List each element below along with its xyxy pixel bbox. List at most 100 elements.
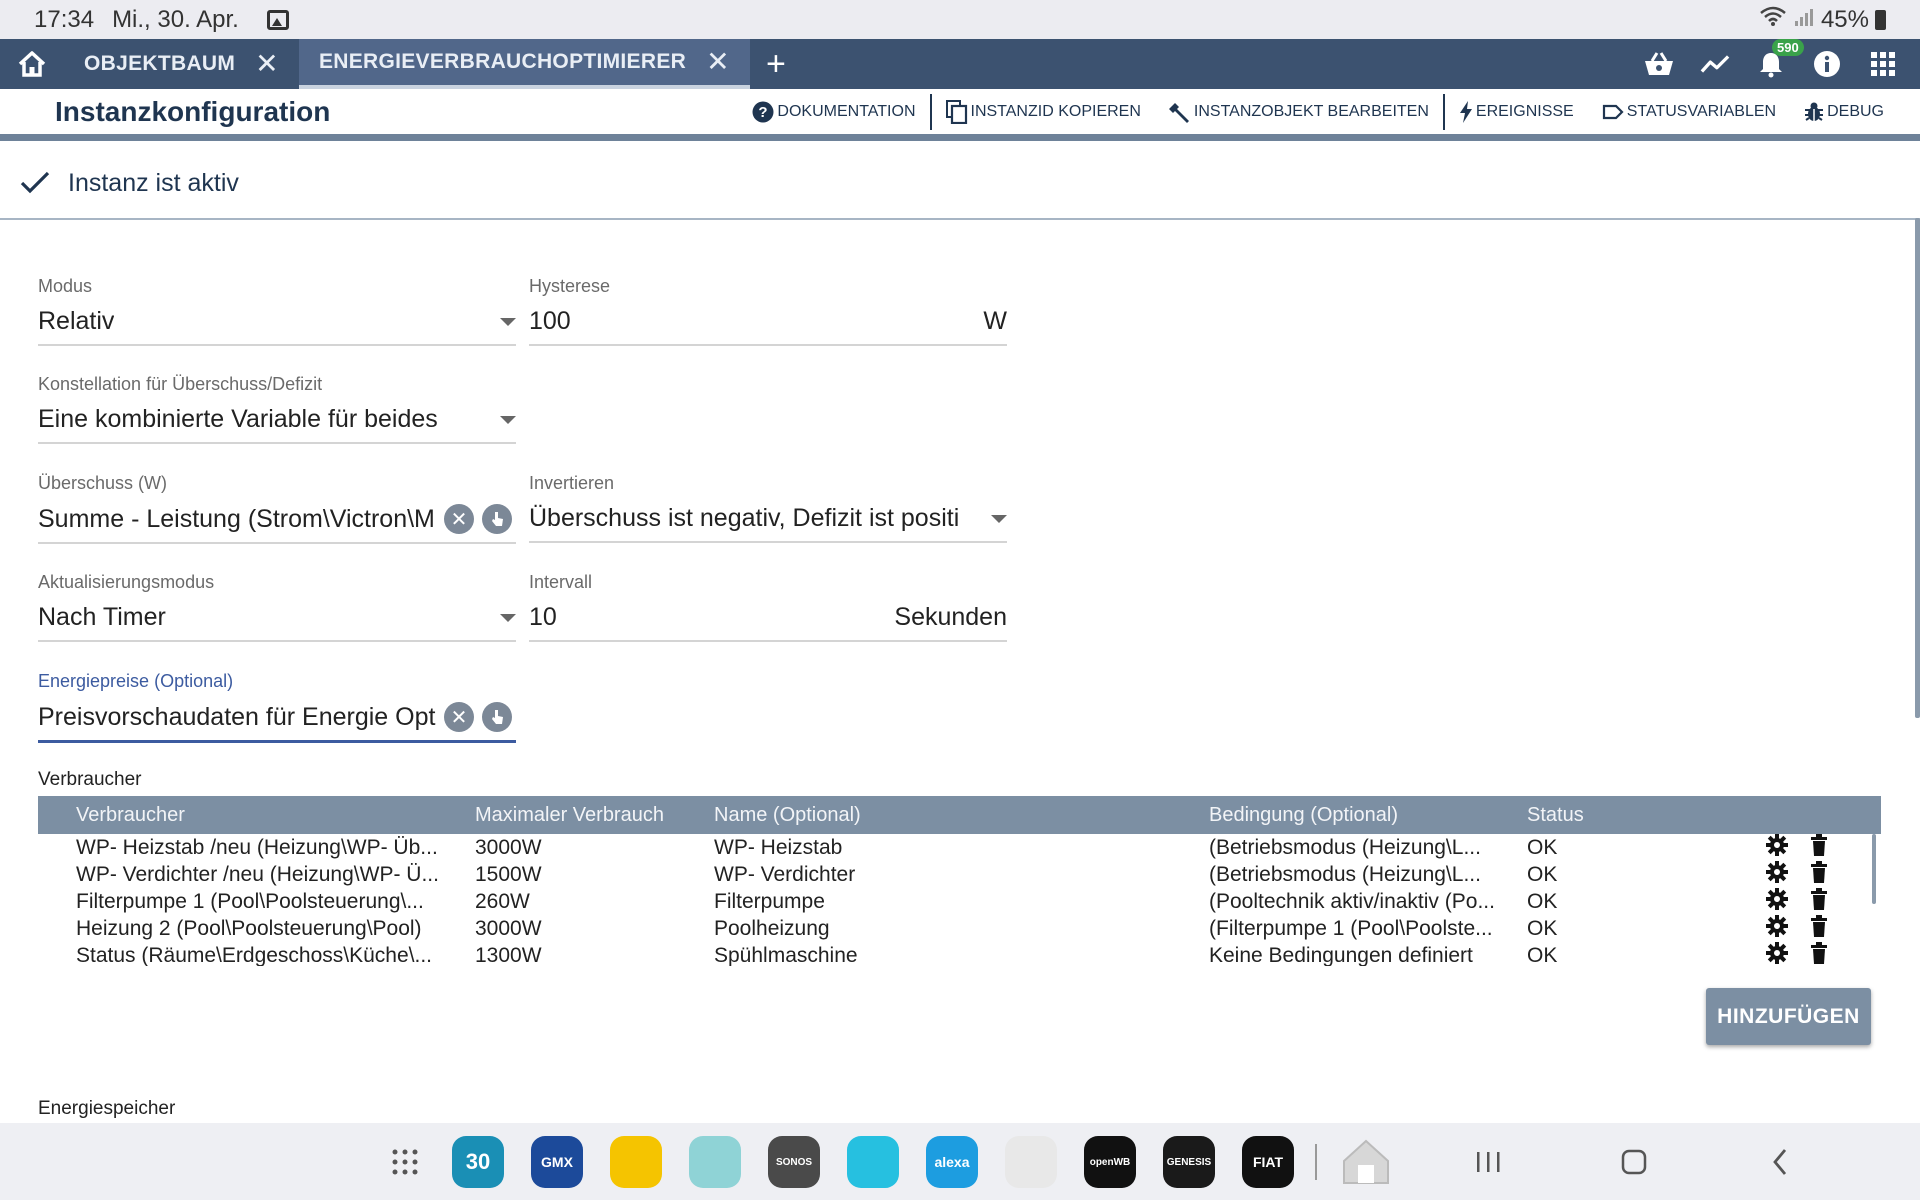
tab-objektbaum[interactable]: OBJEKTBAUM ✕ bbox=[64, 39, 299, 89]
recents-nav-icon[interactable] bbox=[1466, 1140, 1510, 1184]
alexa-app-icon[interactable]: alexa bbox=[926, 1136, 978, 1188]
trash-icon[interactable] bbox=[1810, 860, 1838, 889]
instance-header: Instanzkonfiguration ? DOKUMENTATION INS… bbox=[0, 89, 1920, 141]
page-scrollbar[interactable] bbox=[1915, 218, 1920, 718]
gear-icon[interactable] bbox=[1766, 941, 1794, 967]
edit-instance-object-button[interactable]: INSTANZOBJEKT BEARBEITEN bbox=[1155, 94, 1443, 130]
interval-unit: Sekunden bbox=[894, 603, 1007, 631]
trash-icon[interactable] bbox=[1810, 914, 1838, 943]
bubbles-app-icon[interactable] bbox=[689, 1136, 741, 1188]
column-header[interactable]: Maximaler Verbrauch bbox=[475, 804, 695, 827]
column-header[interactable]: Bedingung (Optional) bbox=[1209, 804, 1509, 827]
home-button[interactable] bbox=[0, 39, 64, 89]
app-drawer-icon[interactable] bbox=[383, 1140, 427, 1184]
column-header[interactable]: Name (Optional) bbox=[714, 804, 1194, 827]
mode-select[interactable]: Modus Relativ bbox=[38, 276, 516, 346]
app-label: alexa bbox=[934, 1154, 970, 1170]
condition-cell: Keine Bedingungen definiert bbox=[1209, 943, 1473, 967]
constellation-select[interactable]: Konstellation für Überschuss/Defizit Ein… bbox=[38, 374, 516, 444]
calendar-app-icon[interactable]: 30 bbox=[452, 1136, 504, 1188]
table-row[interactable]: Heizung 2 (Pool\Poolsteuerung\Pool) 3000W… bbox=[38, 914, 1881, 943]
home-nav-icon[interactable] bbox=[1612, 1140, 1656, 1184]
basket-icon[interactable] bbox=[1644, 49, 1674, 79]
bank-app-icon[interactable] bbox=[610, 1136, 662, 1188]
fiat-app-icon[interactable]: FIAT bbox=[1242, 1136, 1294, 1188]
trash-icon[interactable] bbox=[1810, 941, 1838, 967]
table-row[interactable]: WP- Heizstab /neu (Heizung\WP- Üb... 3000… bbox=[38, 833, 1881, 862]
interval-field[interactable]: Intervall 10 Sekunden bbox=[529, 572, 1007, 642]
sonos-app-icon[interactable]: SONOS bbox=[768, 1136, 820, 1188]
events-button[interactable]: EREIGNISSE bbox=[1445, 94, 1588, 130]
pointer-select-icon[interactable] bbox=[482, 504, 512, 534]
name-cell: Poolheizung bbox=[714, 916, 830, 940]
table-scrollbar[interactable] bbox=[1872, 834, 1876, 904]
debug-button[interactable]: DEBUG bbox=[1790, 94, 1898, 130]
wifi-icon bbox=[1759, 5, 1787, 34]
add-consumer-button[interactable]: HINZUFÜGEN bbox=[1706, 988, 1871, 1045]
back-nav-icon[interactable] bbox=[1758, 1140, 1802, 1184]
update-mode-value: Nach Timer bbox=[38, 603, 166, 631]
gear-icon[interactable] bbox=[1766, 887, 1794, 916]
pointer-select-icon[interactable] bbox=[482, 702, 512, 732]
invert-select[interactable]: Invertieren Überschuss ist negativ, Defi… bbox=[529, 473, 1007, 543]
max-consumption-cell: 1300W bbox=[475, 943, 542, 967]
gear-icon[interactable] bbox=[1766, 914, 1794, 943]
close-tab-icon[interactable]: ✕ bbox=[706, 48, 730, 76]
table-body: WP- Heizstab /neu (Heizung\WP- Üb... 3000… bbox=[38, 833, 1881, 967]
date: Mi., 30. Apr. bbox=[112, 5, 239, 33]
gmx-app-icon[interactable]: GMX bbox=[531, 1136, 583, 1188]
chevron-down-icon bbox=[991, 514, 1007, 523]
hysteresis-field[interactable]: Hysterese 100 W bbox=[529, 276, 1007, 346]
home-app-icon[interactable] bbox=[1005, 1136, 1057, 1188]
openwb-app-icon[interactable]: openWB bbox=[1084, 1136, 1136, 1188]
help-icon: ? bbox=[752, 101, 774, 122]
status-variables-button[interactable]: STATUSVARIABLEN bbox=[1588, 94, 1790, 130]
condition-cell: (Betriebsmodus (Heizung\L... bbox=[1209, 835, 1481, 859]
close-tab-icon[interactable]: ✕ bbox=[255, 50, 279, 78]
tab-energieverbrauchoptimierer[interactable]: ENERGIEVERBRAUCHOPTIMIERER ✕ bbox=[298, 39, 750, 89]
instance-active-label: Instanz ist aktiv bbox=[68, 168, 239, 197]
add-tab-button[interactable]: + bbox=[750, 39, 802, 89]
energy-prices-select[interactable]: Energiepreise (Optional) Preisvorschauda… bbox=[38, 671, 516, 743]
name-cell: WP- Verdichter bbox=[714, 862, 856, 886]
app-label: GMX bbox=[541, 1154, 573, 1170]
events-label: EREIGNISSE bbox=[1475, 102, 1574, 120]
battery-percent: 45% bbox=[1820, 5, 1869, 33]
field-underline bbox=[529, 640, 1007, 642]
instance-active-toggle[interactable]: Instanz ist aktiv bbox=[0, 148, 1920, 220]
field-underline bbox=[529, 541, 1007, 543]
update-mode-select[interactable]: Aktualisierungsmodus Nach Timer bbox=[38, 572, 516, 642]
table-row[interactable]: Filterpumpe 1 (Pool\Poolsteuerung\... 260… bbox=[38, 887, 1881, 916]
field-underline bbox=[38, 442, 516, 444]
column-header[interactable]: Verbraucher bbox=[76, 804, 456, 827]
table-row[interactable]: WP- Verdichter /neu (Heizung\WP- Ü... 150… bbox=[38, 860, 1881, 889]
copy-instance-id-button[interactable]: INSTANZID KOPIEREN bbox=[932, 94, 1155, 130]
trash-icon[interactable] bbox=[1810, 833, 1838, 862]
max-consumption-cell: 260W bbox=[475, 889, 530, 913]
clock: 17:34 bbox=[34, 5, 95, 33]
genesis-app-icon[interactable]: GENESIS bbox=[1163, 1136, 1215, 1188]
recent-home-app-icon[interactable] bbox=[1340, 1136, 1392, 1188]
trash-icon[interactable] bbox=[1810, 887, 1838, 916]
mode-value: Relativ bbox=[38, 307, 115, 335]
table-row[interactable]: Status (Räume\Erdgeschoss\Küche\... 1300W… bbox=[38, 941, 1881, 967]
chart-icon[interactable] bbox=[1700, 49, 1730, 79]
constellation-label: Konstellation für Überschuss/Defizit bbox=[38, 374, 323, 394]
field-underline-focused bbox=[38, 740, 516, 743]
surplus-variable-select[interactable]: Überschuss (W) Summe - Leistung (Strom\V… bbox=[38, 473, 516, 544]
flash-app-icon[interactable] bbox=[847, 1136, 899, 1188]
clear-icon[interactable]: ✕ bbox=[444, 702, 474, 732]
documentation-button[interactable]: ? DOKUMENTATION bbox=[738, 94, 929, 130]
info-icon[interactable] bbox=[1812, 49, 1842, 79]
documentation-label: DOKUMENTATION bbox=[777, 102, 916, 120]
gear-icon[interactable] bbox=[1766, 833, 1794, 862]
bell-icon[interactable]: 590 bbox=[1756, 39, 1804, 79]
page-title: Instanzkonfiguration bbox=[55, 95, 331, 127]
clear-icon[interactable]: ✕ bbox=[444, 504, 474, 534]
mode-label: Modus bbox=[38, 276, 93, 296]
apps-grid-icon[interactable] bbox=[1868, 49, 1898, 79]
gear-icon[interactable] bbox=[1766, 860, 1794, 889]
debug-label: DEBUG bbox=[1827, 102, 1884, 120]
column-header[interactable]: Status bbox=[1527, 804, 1627, 827]
consumers-section-label: Verbraucher bbox=[38, 769, 142, 790]
